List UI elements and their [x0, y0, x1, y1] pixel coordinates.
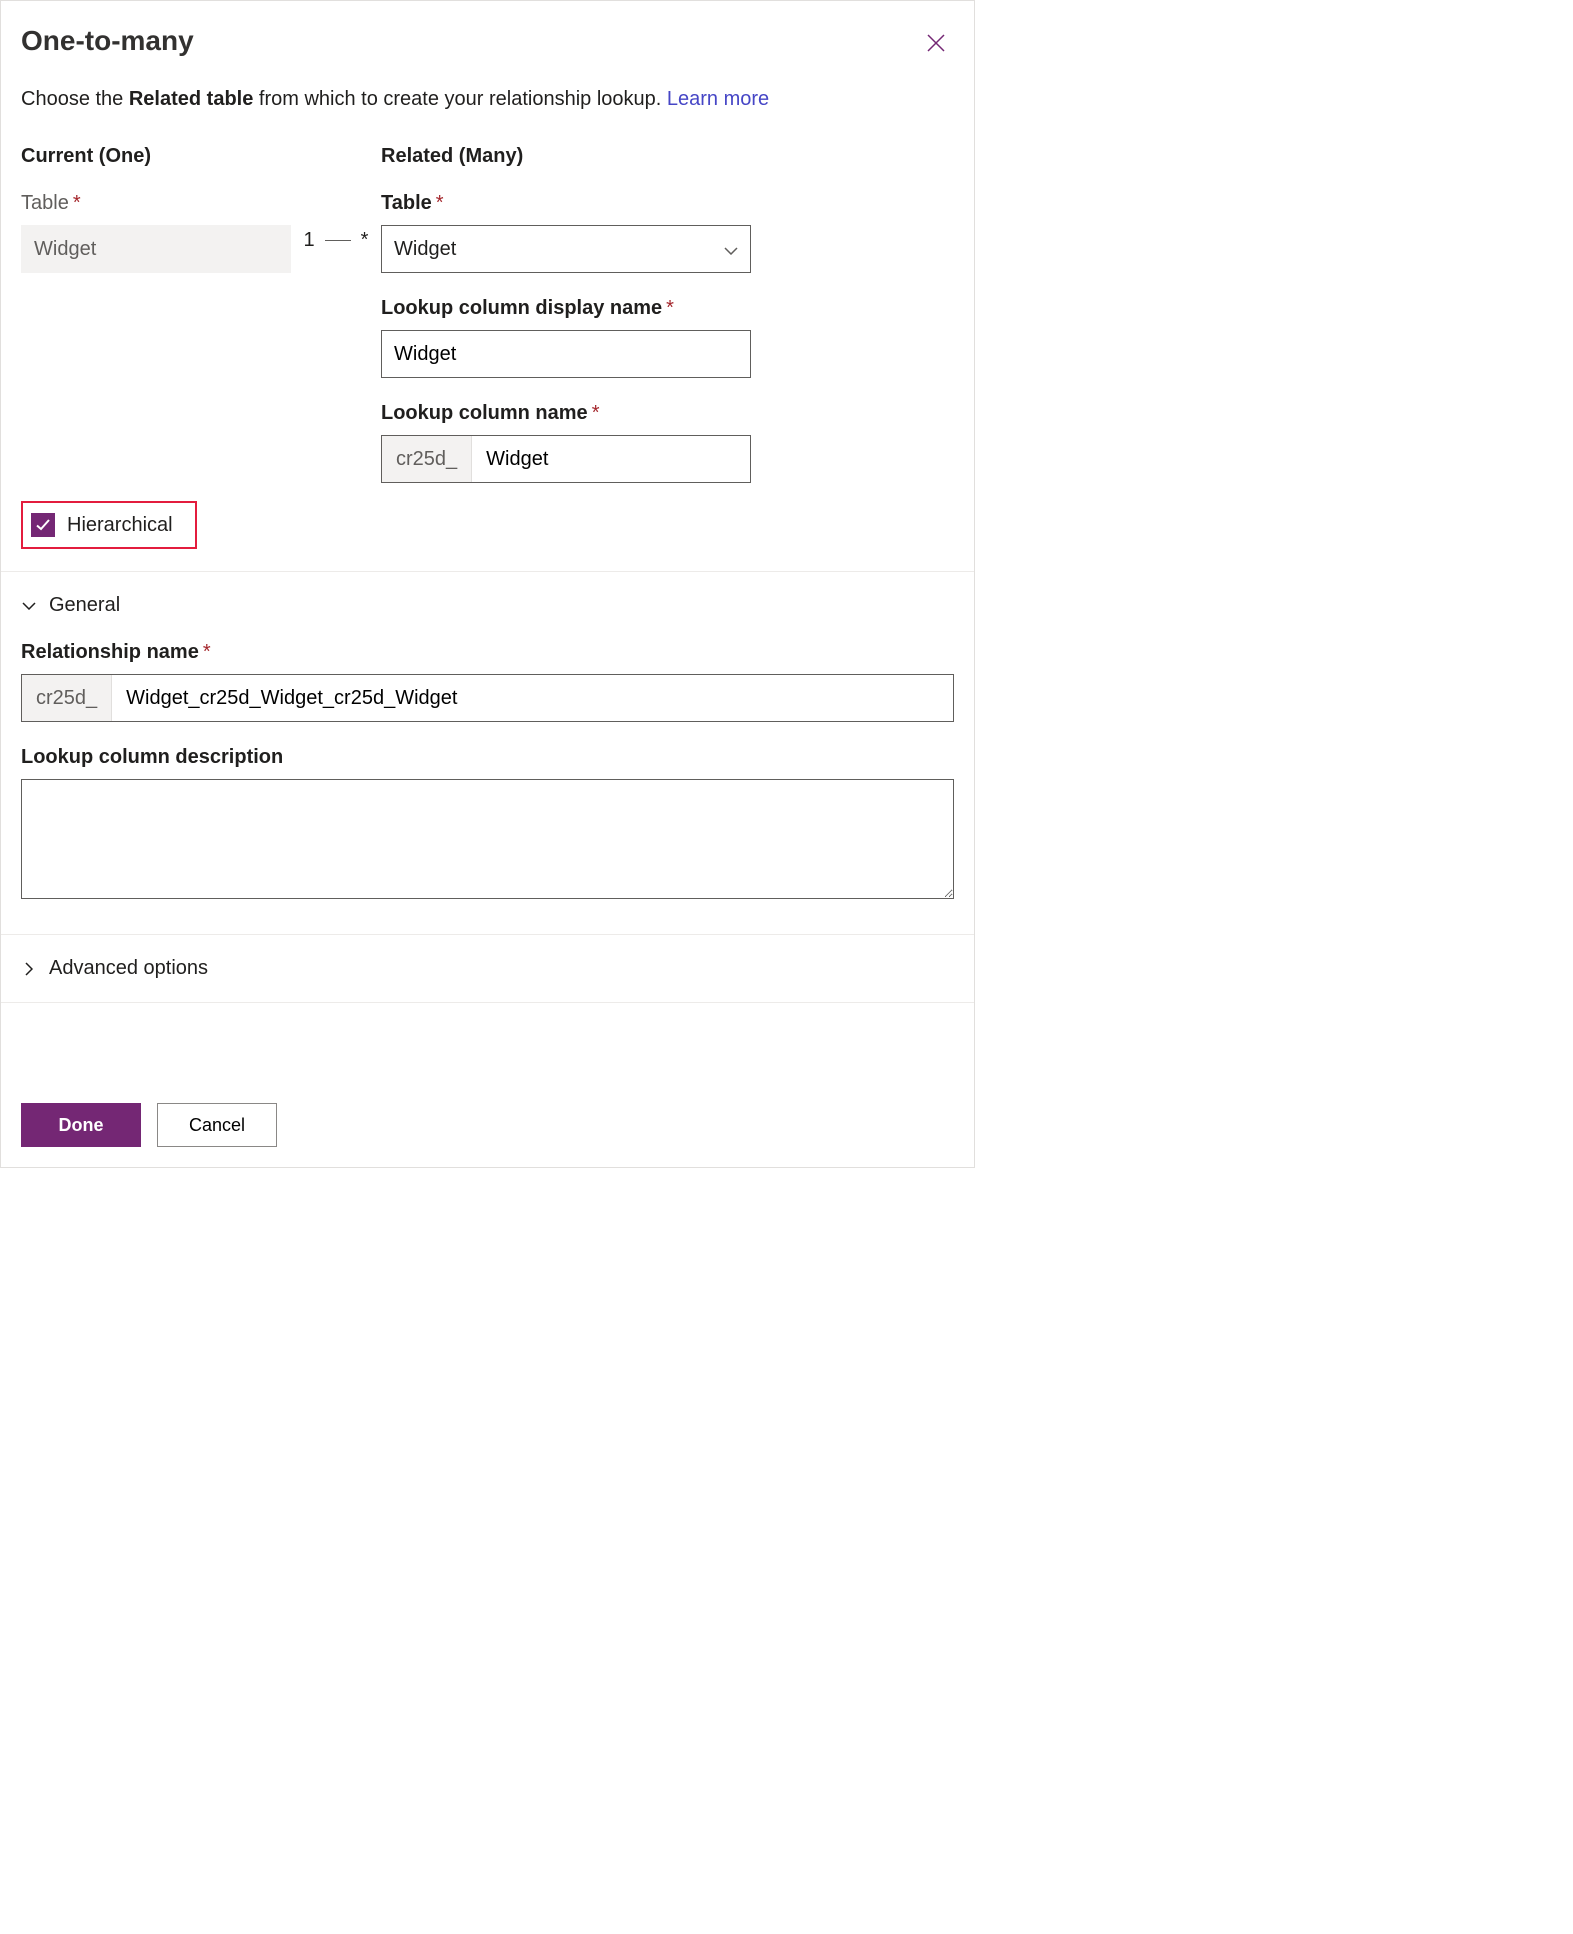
related-table-label: Table* [381, 192, 751, 215]
related-table-select[interactable]: Widget [381, 225, 751, 273]
advanced-expander[interactable]: Advanced options [21, 957, 208, 980]
hierarchical-checkbox-row[interactable]: Hierarchical [21, 501, 197, 549]
lookup-name-label: Lookup column name* [381, 402, 751, 425]
lookup-desc-textarea[interactable] [21, 779, 954, 899]
relationship-name-label: Relationship name* [21, 641, 954, 664]
footer: Done Cancel [21, 1103, 954, 1147]
hierarchical-checkbox[interactable] [31, 513, 55, 537]
done-button[interactable]: Done [21, 1103, 141, 1147]
lookup-display-input[interactable] [381, 330, 751, 378]
current-table-label: Table* [21, 192, 291, 215]
relationship-name-prefix: cr25d_ [22, 675, 112, 721]
connector-dash-icon [325, 240, 351, 241]
chevron-down-icon [724, 238, 738, 261]
related-table-value: Widget [394, 238, 456, 261]
advanced-expander-label: Advanced options [49, 957, 208, 980]
chevron-right-icon [21, 962, 37, 976]
required-star: * [203, 641, 211, 663]
related-column: Related (Many) Table* Widget Lookup colu… [381, 145, 751, 483]
required-star: * [592, 402, 600, 424]
general-expander[interactable]: General [21, 594, 120, 617]
current-table-value: Widget [21, 225, 291, 273]
close-icon [927, 34, 945, 52]
check-icon [35, 517, 51, 533]
learn-more-link[interactable]: Learn more [667, 88, 769, 110]
connector-many: * [361, 229, 369, 252]
relationship-name-input[interactable] [112, 675, 953, 721]
hierarchical-label: Hierarchical [67, 514, 173, 537]
cancel-button[interactable]: Cancel [157, 1103, 277, 1147]
panel-description: Choose the Related table from which to c… [21, 85, 954, 113]
one-to-many-panel: One-to-many Choose the Related table fro… [0, 0, 975, 1168]
lookup-name-input[interactable] [472, 436, 765, 482]
related-heading: Related (Many) [381, 145, 751, 168]
desc-prefix: Choose the [21, 88, 129, 110]
desc-suffix: from which to create your relationship l… [253, 88, 667, 110]
divider [1, 934, 974, 935]
current-column: Current (One) Table* Widget [21, 145, 291, 273]
divider [1, 571, 974, 572]
lookup-name-input-wrap: cr25d_ [381, 435, 751, 483]
close-button[interactable] [924, 31, 948, 55]
chevron-down-icon [21, 602, 37, 610]
divider [1, 1002, 974, 1003]
required-star: * [666, 297, 674, 319]
relationship-name-input-wrap: cr25d_ [21, 674, 954, 722]
general-expander-label: General [49, 594, 120, 617]
required-star: * [73, 192, 81, 214]
required-star: * [436, 192, 444, 214]
lookup-name-prefix: cr25d_ [382, 436, 472, 482]
lookup-desc-label: Lookup column description [21, 746, 954, 769]
lookup-display-label: Lookup column display name* [381, 297, 751, 320]
desc-bold: Related table [129, 88, 253, 110]
panel-title: One-to-many [21, 25, 954, 57]
cardinality-indicator: 1 * [291, 217, 381, 263]
connector-one: 1 [304, 229, 315, 252]
table-columns-row: Current (One) Table* Widget 1 * Related … [21, 145, 954, 483]
current-heading: Current (One) [21, 145, 291, 168]
